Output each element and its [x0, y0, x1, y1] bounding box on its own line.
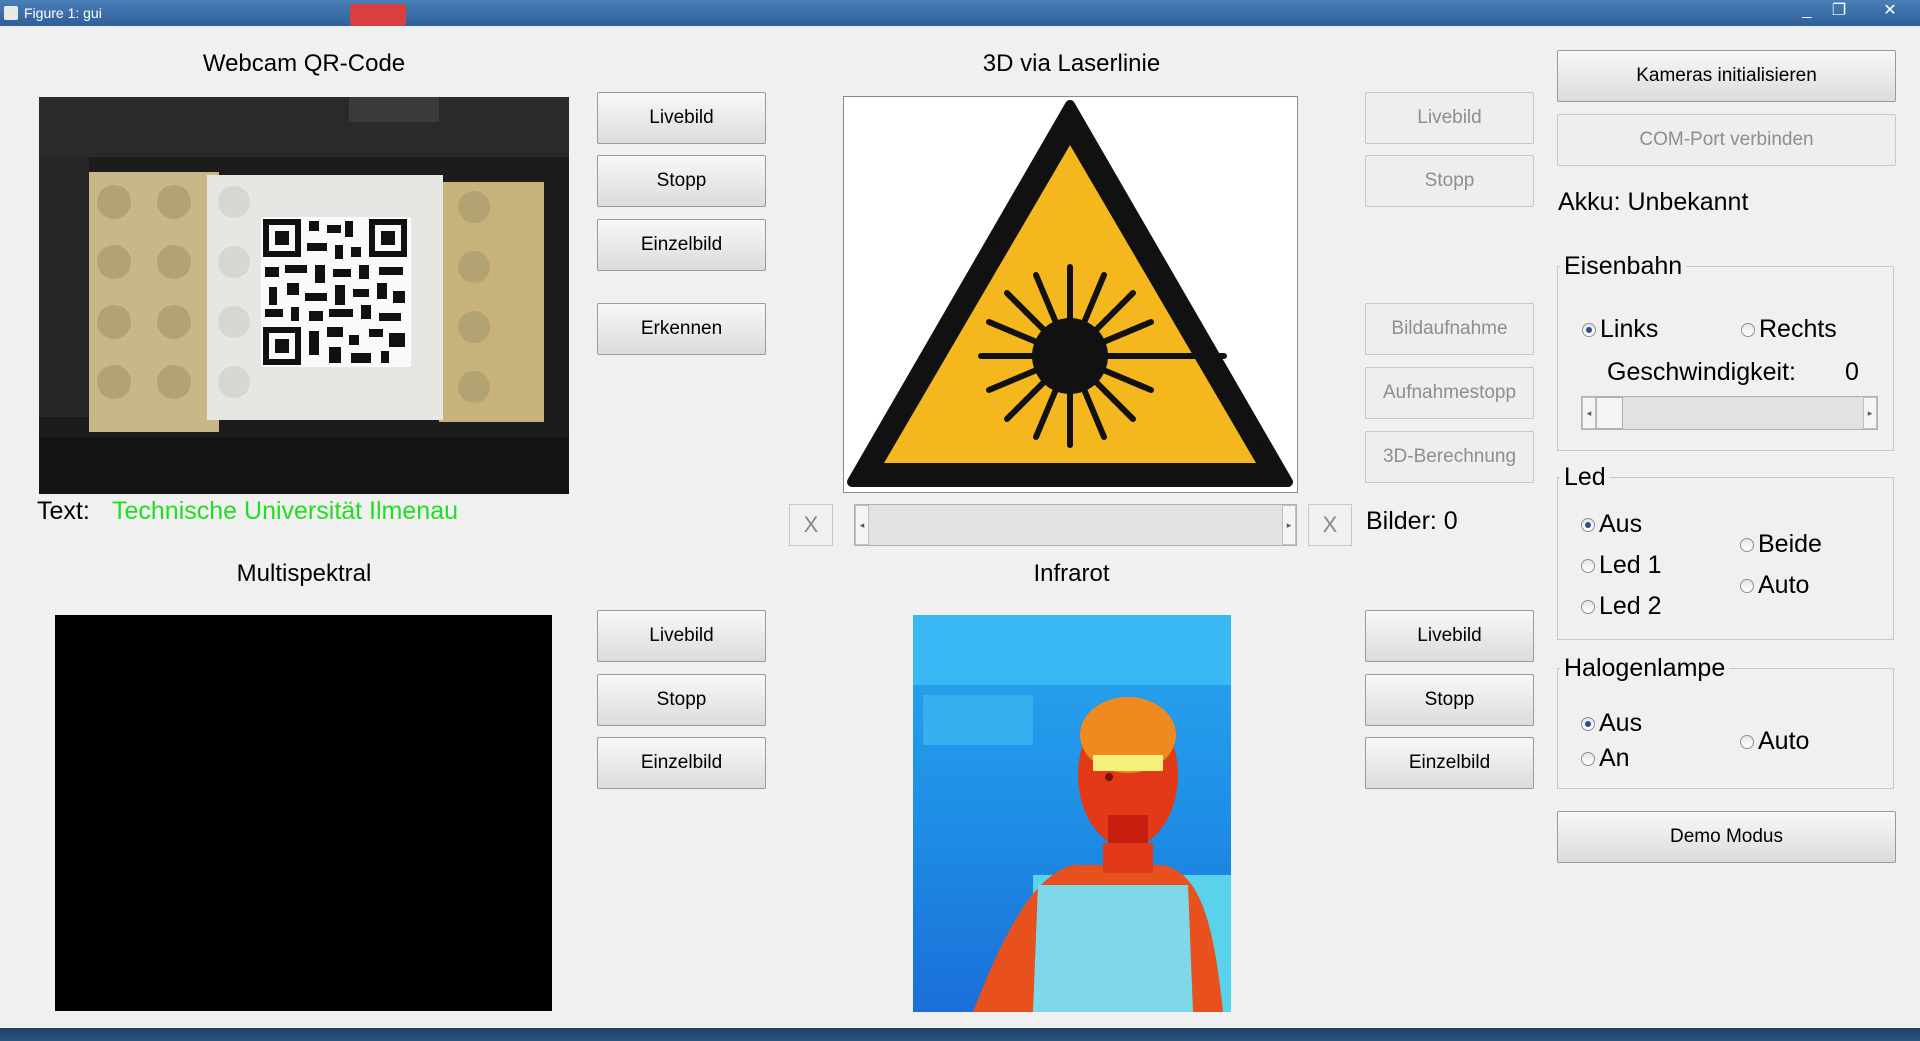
maximize-button[interactable]: ❐	[1822, 0, 1856, 22]
images-count: Bilder: 0	[1366, 507, 1458, 535]
laser-heading: 3D via Laserlinie	[982, 50, 1161, 77]
slider-right-arrow-icon[interactable]: ▸	[1863, 397, 1877, 429]
radio-led-2-label: Led 2	[1599, 592, 1662, 620]
radio-links[interactable]: Links	[1582, 315, 1658, 344]
infrared-image	[913, 615, 1231, 1012]
radio-halogen-aus[interactable]: Aus	[1581, 709, 1642, 738]
minimize-button[interactable]: _	[1790, 0, 1824, 22]
speed-slider[interactable]: ◂ ▸	[1581, 396, 1878, 430]
led-title: Led	[1560, 463, 1610, 492]
aufnahmestopp-button[interactable]: Aufnahmestopp	[1365, 367, 1534, 419]
radio-led-beide[interactable]: Beide	[1740, 530, 1822, 559]
webcam-heading: Webcam QR-Code	[202, 50, 406, 77]
kameras-initialisieren-button[interactable]: Kameras initialisieren	[1557, 50, 1896, 102]
title-bar: Figure 1: gui _ ❐ ✕	[0, 0, 1920, 26]
infrared-einzelbild-button[interactable]: Einzelbild	[1365, 737, 1534, 789]
battery-status: Akku: Unbekannt	[1558, 188, 1749, 216]
radio-unselected-icon	[1740, 578, 1754, 593]
webcam-erkennen-button[interactable]: Erkennen	[597, 303, 766, 355]
radio-rechts[interactable]: Rechts	[1741, 315, 1837, 344]
laser-x-right-button[interactable]: X	[1308, 504, 1352, 546]
radio-halogen-auto[interactable]: Auto	[1740, 727, 1809, 756]
slider-right-arrow-icon[interactable]: ▸	[1282, 505, 1296, 545]
demo-modus-button[interactable]: Demo Modus	[1557, 811, 1896, 863]
laser-stopp-button[interactable]: Stopp	[1365, 155, 1534, 207]
infrared-stopp-button[interactable]: Stopp	[1365, 674, 1534, 726]
radio-led-auto[interactable]: Auto	[1740, 571, 1809, 600]
radio-led-1-label: Led 1	[1599, 551, 1662, 579]
radio-led-aus[interactable]: Aus	[1581, 510, 1642, 539]
slider-left-arrow-icon[interactable]: ◂	[855, 505, 869, 545]
laser-x-left-button[interactable]: X	[789, 504, 833, 546]
radio-led-1[interactable]: Led 1	[1581, 551, 1662, 580]
decorative-red-block	[350, 4, 406, 26]
radio-led-beide-label: Beide	[1758, 530, 1822, 558]
radio-halogen-an[interactable]: An	[1581, 744, 1630, 773]
radio-unselected-icon	[1581, 599, 1595, 614]
bildaufnahme-button[interactable]: Bildaufnahme	[1365, 303, 1534, 355]
webcam-einzelbild-button[interactable]: Einzelbild	[597, 219, 766, 271]
eisenbahn-title: Eisenbahn	[1560, 252, 1687, 281]
radio-led-aus-label: Aus	[1599, 510, 1643, 538]
radio-selected-icon	[1581, 517, 1595, 532]
speed-slider-thumb[interactable]	[1596, 397, 1623, 429]
radio-unselected-icon	[1740, 537, 1754, 552]
speed-label: Geschwindigkeit:	[1607, 358, 1796, 386]
qr-text-label: Text:	[37, 497, 90, 525]
multispectral-einzelbild-button[interactable]: Einzelbild	[597, 737, 766, 789]
webcam-image	[39, 97, 569, 494]
webcam-livebild-button[interactable]: Livebild	[597, 92, 766, 144]
qr-text-value: Technische Universität Ilmenau	[112, 497, 458, 525]
window-title: Figure 1: gui	[24, 5, 102, 21]
slider-left-arrow-icon[interactable]: ◂	[1582, 397, 1596, 429]
laser-warning-image	[843, 96, 1298, 493]
radio-halogen-aus-label: Aus	[1599, 709, 1643, 737]
multispectral-livebild-button[interactable]: Livebild	[597, 610, 766, 662]
radio-unselected-icon	[1581, 751, 1595, 766]
radio-unselected-icon	[1741, 322, 1755, 337]
taskbar	[0, 1028, 1920, 1041]
radio-halogen-an-label: An	[1599, 744, 1630, 772]
radio-unselected-icon	[1581, 558, 1595, 573]
laser-livebild-button[interactable]: Livebild	[1365, 92, 1534, 144]
3d-berechnung-button[interactable]: 3D-Berechnung	[1365, 431, 1534, 483]
infrared-livebild-button[interactable]: Livebild	[1365, 610, 1534, 662]
com-port-verbinden-button[interactable]: COM-Port verbinden	[1557, 114, 1896, 166]
laser-slider[interactable]: ◂ ▸	[854, 504, 1297, 546]
radio-halogen-auto-label: Auto	[1758, 727, 1810, 755]
speed-value: 0	[1845, 358, 1859, 386]
radio-rechts-label: Rechts	[1759, 315, 1837, 343]
multispectral-stopp-button[interactable]: Stopp	[597, 674, 766, 726]
matlab-figure-icon	[4, 6, 18, 20]
multispectral-heading: Multispektral	[236, 560, 372, 587]
webcam-stopp-button[interactable]: Stopp	[597, 155, 766, 207]
radio-led-auto-label: Auto	[1758, 571, 1810, 599]
radio-led-2[interactable]: Led 2	[1581, 592, 1662, 621]
radio-selected-icon	[1581, 716, 1595, 731]
radio-links-label: Links	[1600, 315, 1659, 343]
infrared-heading: Infrarot	[1033, 560, 1110, 587]
radio-selected-icon	[1582, 322, 1596, 337]
multispectral-image	[55, 615, 552, 1011]
close-button[interactable]: ✕	[1868, 0, 1912, 22]
halogen-title: Halogenlampe	[1560, 654, 1730, 683]
radio-unselected-icon	[1740, 734, 1754, 749]
